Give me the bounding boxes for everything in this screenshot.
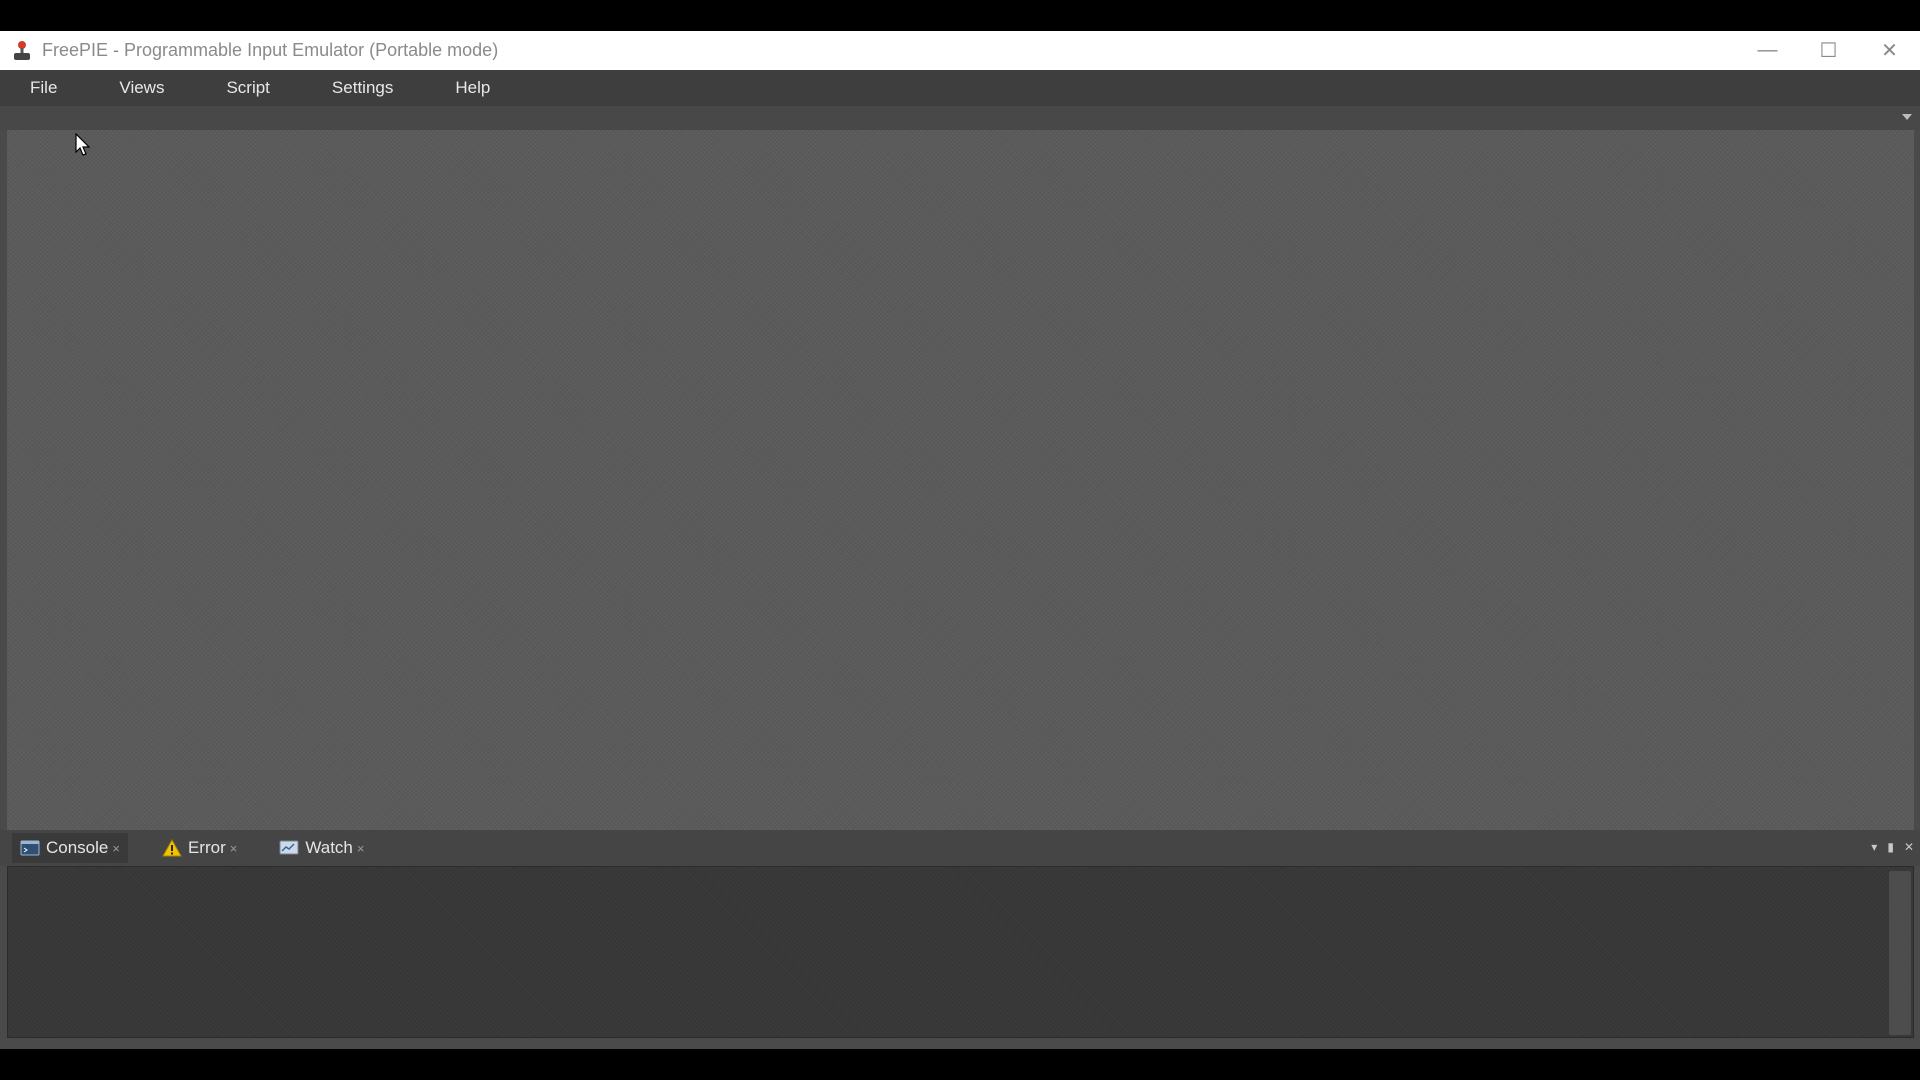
menu-script[interactable]: Script	[226, 78, 269, 98]
tool-panel-tabs: Console × Error × Watch × ▾ ▮ ✕	[0, 830, 1920, 866]
panel-dropdown-icon[interactable]: ▾	[1871, 840, 1877, 854]
panel-pin-icon[interactable]: ▮	[1887, 840, 1894, 854]
mouse-cursor-icon	[75, 132, 91, 157]
toolbar-overflow-chevron-icon[interactable]	[1902, 114, 1912, 120]
panel-close-icon[interactable]: ✕	[1904, 840, 1914, 854]
screen: FreePIE - Programmable Input Emulator (P…	[0, 0, 1920, 1080]
close-button[interactable]: ✕	[1859, 31, 1920, 70]
tab-error[interactable]: Error ×	[154, 833, 245, 863]
tab-watch[interactable]: Watch ×	[271, 833, 372, 863]
panel-controls: ▾ ▮ ✕	[1871, 840, 1914, 854]
window-title: FreePIE - Programmable Input Emulator (P…	[42, 40, 499, 60]
tab-console-label: Console	[46, 838, 109, 857]
tab-error-label: Error	[187, 838, 226, 857]
app-window: FreePIE - Programmable Input Emulator (P…	[0, 31, 1920, 1049]
maximize-button[interactable]: ☐	[1798, 31, 1859, 70]
watch-icon	[279, 839, 299, 857]
freepie-app-icon	[11, 40, 33, 62]
title-bar[interactable]: FreePIE - Programmable Input Emulator (P…	[0, 31, 1920, 70]
menu-settings[interactable]: Settings	[332, 78, 393, 98]
console-scrollbar[interactable]	[1889, 871, 1911, 1035]
menu-file[interactable]: File	[30, 78, 57, 98]
menu-bar: File Views Script Settings Help	[0, 70, 1920, 106]
window-controls: — ☐ ✕	[1737, 31, 1920, 70]
menu-views[interactable]: Views	[119, 78, 164, 98]
console-icon	[20, 839, 40, 857]
console-output[interactable]	[7, 866, 1914, 1038]
tab-watch-label: Watch	[305, 838, 353, 857]
tab-console[interactable]: Console ×	[12, 833, 128, 863]
document-area[interactable]	[7, 130, 1914, 830]
tab-console-close-icon[interactable]: ×	[112, 841, 120, 856]
tab-error-close-icon[interactable]: ×	[230, 841, 238, 856]
menu-help[interactable]: Help	[455, 78, 490, 98]
toolbar	[0, 106, 1920, 130]
tab-watch-close-icon[interactable]: ×	[357, 841, 365, 856]
warning-icon	[162, 838, 182, 857]
minimize-button[interactable]: —	[1737, 31, 1798, 70]
